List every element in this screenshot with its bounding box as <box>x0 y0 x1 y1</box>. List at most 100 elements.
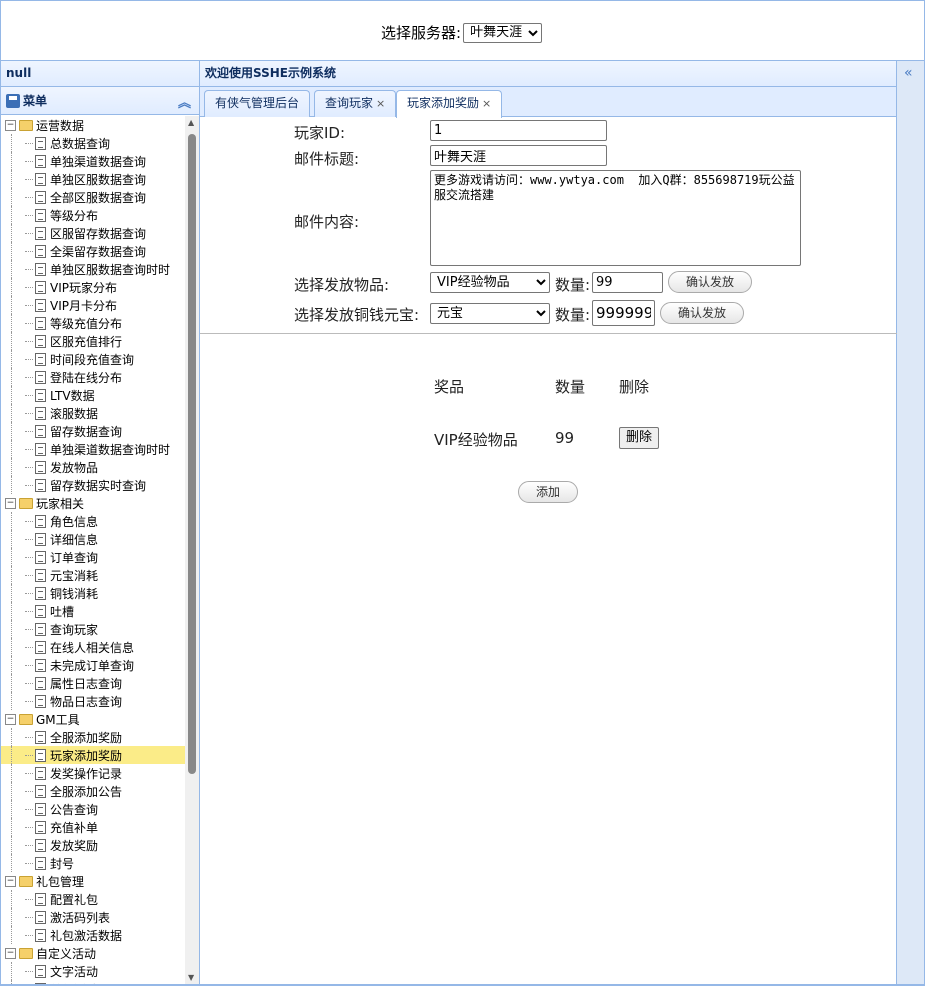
tree-item[interactable]: 在线人相关信息 <box>1 638 185 656</box>
tree-item[interactable]: 充值补单 <box>1 818 185 836</box>
tree-item[interactable]: 封号 <box>1 854 185 872</box>
tree-item[interactable]: 留存数据查询 <box>1 422 185 440</box>
tree-item-label: 铜钱消耗 <box>50 586 99 601</box>
add-reward-button[interactable]: 添加 <box>518 481 578 503</box>
tree-item[interactable]: 单独区服数据查询 <box>1 170 185 188</box>
tree-item[interactable]: 元宝消耗 <box>1 566 185 584</box>
confirm-currency-button[interactable]: 确认发放 <box>660 302 744 324</box>
tree-group[interactable]: − 礼包管理 <box>1 872 185 890</box>
tree-group[interactable]: − 运营数据 <box>1 116 185 134</box>
tree-item-label: 全服添加公告 <box>50 784 123 799</box>
tree-item[interactable]: 详细信息 <box>1 530 185 548</box>
tree-item[interactable]: 区服留存数据查询 <box>1 224 185 242</box>
tree-item[interactable]: 未完成订单查询 <box>1 656 185 674</box>
tree-item[interactable]: 单独区服数据查询时时 <box>1 260 185 278</box>
mail-title-input[interactable] <box>430 145 607 166</box>
player-id-input[interactable] <box>430 120 607 141</box>
currency-qty-input[interactable] <box>592 300 655 326</box>
double-chevron-left-icon[interactable]: « <box>904 65 913 81</box>
menu-header[interactable]: 菜单 ︽ <box>1 87 199 115</box>
tab-label: 玩家添加奖励 <box>407 96 480 110</box>
tree-item[interactable]: LTV数据 <box>1 386 185 404</box>
tree-item-label: 未完成订单查询 <box>50 658 135 673</box>
tree-item[interactable]: 全渠留存数据查询 <box>1 242 185 260</box>
tree-item[interactable]: 发放奖励 <box>1 836 185 854</box>
tree-group[interactable]: − 自定义活动 <box>1 944 185 962</box>
collapse-toggle-icon[interactable]: − <box>5 497 16 509</box>
tree-item[interactable]: 发奖操作记录 <box>1 764 185 782</box>
tree-item[interactable]: 时间段充值查询 <box>1 350 185 368</box>
tree-item[interactable]: 发放物品 <box>1 458 185 476</box>
tree-item-label: LTV数据 <box>50 388 95 403</box>
tree-item[interactable]: 等级分布 <box>1 206 185 224</box>
confirm-item-button[interactable]: 确认发放 <box>668 271 752 293</box>
tree-item[interactable]: 全部区服数据查询 <box>1 188 185 206</box>
tree-item[interactable]: 总数据查询 <box>1 134 185 152</box>
tab-admin-home[interactable]: 有侠气管理后台 <box>204 90 311 117</box>
scroll-up-icon[interactable]: ▲ <box>188 118 194 127</box>
tab-player-add-reward[interactable]: 玩家添加奖励 × <box>396 90 503 118</box>
tree-item[interactable]: 激活码列表 <box>1 908 185 926</box>
tree-item-label: 单独区服数据查询 <box>50 172 147 187</box>
mail-content-textarea[interactable]: 更多游戏请访问：www.ywtya.com 加入Q群：855698719玩公益服… <box>430 170 801 266</box>
close-icon[interactable]: × <box>482 97 491 110</box>
tree-item[interactable]: 单组活动 <box>1 980 185 984</box>
tree-item[interactable]: 属性日志查询 <box>1 674 185 692</box>
tree-item[interactable]: 查询玩家 <box>1 620 185 638</box>
mail-title-label: 邮件标题: <box>294 150 360 168</box>
document-icon <box>35 280 46 294</box>
folder-icon <box>19 875 33 887</box>
tree-item[interactable]: 玩家添加奖励 <box>1 746 185 764</box>
document-icon <box>35 892 46 906</box>
tree-item-label: 单独区服数据查询时时 <box>50 262 171 277</box>
tree-group[interactable]: − 玩家相关 <box>1 494 185 512</box>
folder-icon <box>19 713 33 725</box>
tree-item-label: 玩家添加奖励 <box>50 748 123 763</box>
tree-item[interactable]: 登陆在线分布 <box>1 368 185 386</box>
document-icon <box>35 334 46 348</box>
collapse-up-icon[interactable]: ︽ <box>178 92 191 111</box>
scroll-thumb[interactable] <box>188 134 196 774</box>
tree-item[interactable]: 公告查询 <box>1 800 185 818</box>
tree-item[interactable]: 单独渠道数据查询 <box>1 152 185 170</box>
tree-item[interactable]: 礼包激活数据 <box>1 926 185 944</box>
scroll-down-icon[interactable]: ▼ <box>188 973 194 982</box>
tree-item[interactable]: 区服充值排行 <box>1 332 185 350</box>
tree-item[interactable]: 角色信息 <box>1 512 185 530</box>
tree-group[interactable]: − GM工具 <box>1 710 185 728</box>
tree-item[interactable]: 单独渠道数据查询时时 <box>1 440 185 458</box>
menu-scrollbar[interactable]: ▲ ▼ <box>185 116 199 984</box>
tree-item[interactable]: 订单查询 <box>1 548 185 566</box>
delete-reward-button[interactable]: 删除 <box>619 427 660 449</box>
tree-item-label: 全部区服数据查询 <box>50 190 147 205</box>
collapse-toggle-icon[interactable]: − <box>5 875 16 887</box>
tree-item[interactable]: 留存数据实时查询 <box>1 476 185 494</box>
close-icon[interactable]: × <box>376 97 385 110</box>
document-icon <box>35 730 46 744</box>
tree-item[interactable]: 滚服数据 <box>1 404 185 422</box>
currency-select[interactable]: 元宝 <box>430 303 550 324</box>
server-select[interactable]: 叶舞天涯 <box>463 22 543 43</box>
tree-item[interactable]: 铜钱消耗 <box>1 584 185 602</box>
collapse-toggle-icon[interactable]: − <box>5 713 16 725</box>
item-select[interactable]: VIP经验物品 <box>430 272 550 293</box>
tree-item[interactable]: 吐槽 <box>1 602 185 620</box>
player-id-label: 玩家ID: <box>294 124 346 142</box>
document-icon <box>35 694 46 708</box>
tab-query-player[interactable]: 查询玩家 × <box>314 90 397 117</box>
document-icon <box>35 586 46 600</box>
collapse-toggle-icon[interactable]: − <box>5 947 16 959</box>
collapse-toggle-icon[interactable]: − <box>5 119 16 131</box>
tree-item[interactable]: 文字活动 <box>1 962 185 980</box>
tree-item[interactable]: VIP玩家分布 <box>1 278 185 296</box>
tree-item[interactable]: 全服添加公告 <box>1 782 185 800</box>
tree-item-label: 发放物品 <box>50 460 99 475</box>
tree-item[interactable]: VIP月卡分布 <box>1 296 185 314</box>
tree-item[interactable]: 全服添加奖励 <box>1 728 185 746</box>
tree-item[interactable]: 物品日志查询 <box>1 692 185 710</box>
tree-item-label: 文字活动 <box>50 964 99 979</box>
item-qty-input[interactable] <box>592 272 663 293</box>
tree-item[interactable]: 等级充值分布 <box>1 314 185 332</box>
tree-item[interactable]: 配置礼包 <box>1 890 185 908</box>
center-panel-title: 欢迎使用SSHE示例系统 <box>200 61 896 87</box>
